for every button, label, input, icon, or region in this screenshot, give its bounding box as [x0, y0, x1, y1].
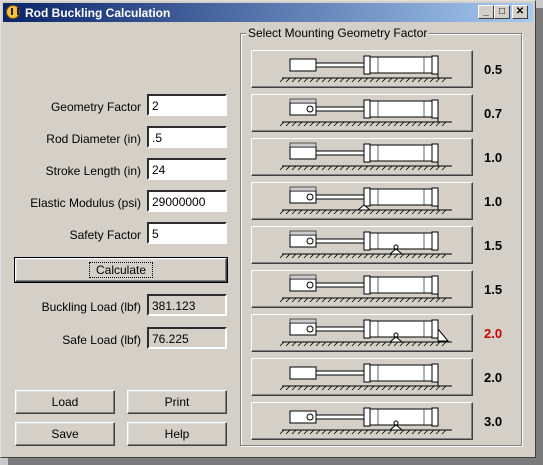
rod-pinned-cylinder-pinned-icon [279, 186, 452, 215]
geometry-option-6[interactable] [251, 270, 473, 308]
rod-free-cylinder-fixed-icon [279, 363, 452, 391]
geometry-option-7[interactable] [251, 314, 473, 352]
help-button[interactable]: Help [127, 422, 227, 446]
title-bar[interactable]: Rod Buckling Calculation _ □ ✕ [3, 3, 533, 22]
geometry-option-1[interactable] [251, 50, 473, 88]
rod-clamped-cylinder-fixed-icon [279, 55, 452, 83]
geometry-factor-value-3: 1.0 [484, 150, 503, 165]
print-button[interactable]: Print [127, 390, 227, 414]
rod-free-cylinder-pinned-icon [279, 407, 452, 435]
rod-clamped-cylinder-free-icon [279, 274, 452, 303]
geometry-factor-value-4: 1.0 [484, 194, 503, 209]
maximize-button[interactable]: □ [494, 5, 510, 19]
rod-pinned-cylinder-fixed-icon [279, 98, 452, 127]
geometry-option-2[interactable] [251, 94, 473, 132]
rod-diameter-label: Rod Diameter (in) [46, 132, 141, 146]
app-icon [6, 5, 20, 19]
safety-factor-label: Safety Factor [69, 228, 141, 242]
geometry-factor-value-9: 3.0 [484, 414, 503, 429]
safety-factor-field[interactable]: 5 [147, 222, 227, 244]
geometry-factor-value-2: 0.7 [484, 106, 503, 121]
safe-load-field: 76.225 [147, 327, 227, 349]
save-button[interactable]: Save [15, 422, 115, 446]
window-title: Rod Buckling Calculation [25, 6, 171, 20]
buckling-load-field: 381.123 [147, 294, 227, 316]
geometry-factor-value-5: 1.5 [484, 238, 503, 253]
calculate-button[interactable]: Calculate [14, 257, 228, 283]
geometry-factor-value-1: 0.5 [484, 62, 503, 77]
stroke-length-field[interactable]: 24 [147, 158, 227, 180]
geometry-factor-field[interactable]: 2 [147, 94, 227, 116]
load-button[interactable]: Load [15, 390, 115, 414]
geometry-factor-value-7: 2.0 [484, 326, 503, 341]
geometry-option-9[interactable] [251, 402, 473, 440]
geometry-group-title: Select Mounting Geometry Factor [246, 26, 430, 40]
stroke-length-label: Stroke Length (in) [45, 164, 141, 178]
geometry-factor-label: Geometry Factor [50, 100, 141, 114]
geometry-option-4[interactable] [251, 182, 473, 220]
rod-pinned-cylinder-trunnion-icon [279, 318, 452, 347]
buckling-load-label: Buckling Load (lbf) [41, 300, 141, 314]
geometry-option-3[interactable] [251, 138, 473, 176]
geometry-option-5[interactable] [251, 226, 473, 264]
rod-diameter-field[interactable]: .5 [147, 126, 227, 148]
rod-guided-cylinder-flange-icon [279, 142, 452, 171]
geometry-option-8[interactable] [251, 358, 473, 396]
elastic-modulus-field[interactable]: 29000000 [147, 190, 227, 212]
elastic-modulus-label: Elastic Modulus (psi) [30, 196, 141, 210]
geometry-factor-value-8: 2.0 [484, 370, 503, 385]
close-button[interactable]: ✕ [512, 5, 528, 19]
rod-clamped-cylinder-clevis-icon [279, 230, 452, 259]
safe-load-label: Safe Load (lbf) [62, 333, 141, 347]
minimize-button[interactable]: _ [478, 5, 494, 19]
geometry-factor-value-6: 1.5 [484, 282, 503, 297]
calculate-label: Calculate [88, 262, 154, 278]
